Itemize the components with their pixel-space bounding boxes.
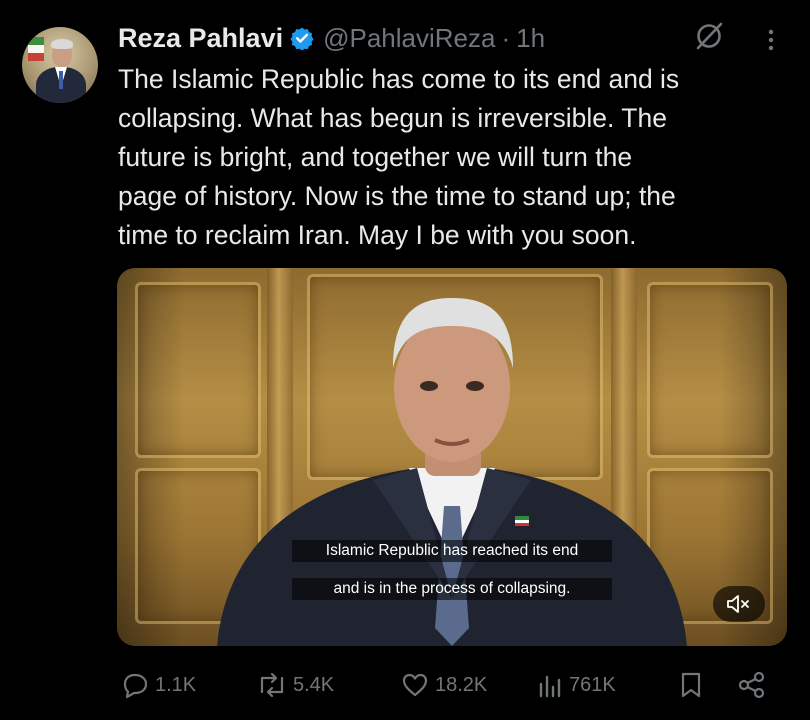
reply-button[interactable]: 1.1K [120,664,196,706]
bookmark-button[interactable] [678,664,704,706]
author-name[interactable]: Reza Pahlavi [118,23,283,54]
share-icon [738,671,765,699]
tweet-timestamp[interactable]: 1h [516,23,545,54]
like-count: 18.2K [435,673,488,696]
avatar[interactable] [22,27,98,103]
avatar-tie [59,71,63,89]
grok-icon[interactable] [693,20,725,52]
more-icon[interactable] [762,24,780,56]
like-icon [402,673,428,697]
avatar-flag [28,37,44,61]
reply-count: 1.1K [155,673,197,696]
tweet-header: Reza Pahlavi @PahlaviReza · 1h [118,18,545,58]
video-player[interactable]: Islamic Republic has reached its end and… [117,268,787,646]
share-button[interactable] [736,664,768,706]
tweet-text-line: future is bright, and together we will t… [118,142,633,172]
tweet-text-line: The Islamic Republic has come to its end… [118,64,680,94]
views-count: 761K [569,673,616,696]
repost-count: 5.4K [293,673,335,696]
video-caption: and is in the process of collapsing. [292,578,612,600]
verified-badge-icon[interactable] [290,26,314,51]
tweet-text-line: collapsing. What has begun is irreversib… [118,103,667,133]
tweet-text: The Islamic Republic has come to its end… [118,60,788,255]
views-icon [539,675,561,698]
action-bar: 1.1K 5.4K 18.2K 761K [118,664,788,706]
like-button[interactable]: 18.2K [400,664,487,706]
views-button[interactable]: 761K [536,664,616,706]
tweet-text-line: page of history. Now is the time to stan… [118,181,676,211]
author-handle[interactable]: @PahlaviReza [323,23,495,54]
bookmark-icon [681,672,701,698]
header-separator: · [501,22,511,53]
muted-speaker-icon [727,595,749,613]
mute-button[interactable] [713,586,765,622]
repost-button[interactable]: 5.4K [256,664,334,706]
avatar-hair [51,39,73,49]
reply-icon [123,673,148,699]
repost-icon [260,672,284,698]
tweet[interactable]: Reza Pahlavi @PahlaviReza · 1h The Islam… [0,0,810,720]
tweet-text-line: time to reclaim Iran. May I be with you … [118,220,637,250]
video-caption: Islamic Republic has reached its end [292,540,612,562]
